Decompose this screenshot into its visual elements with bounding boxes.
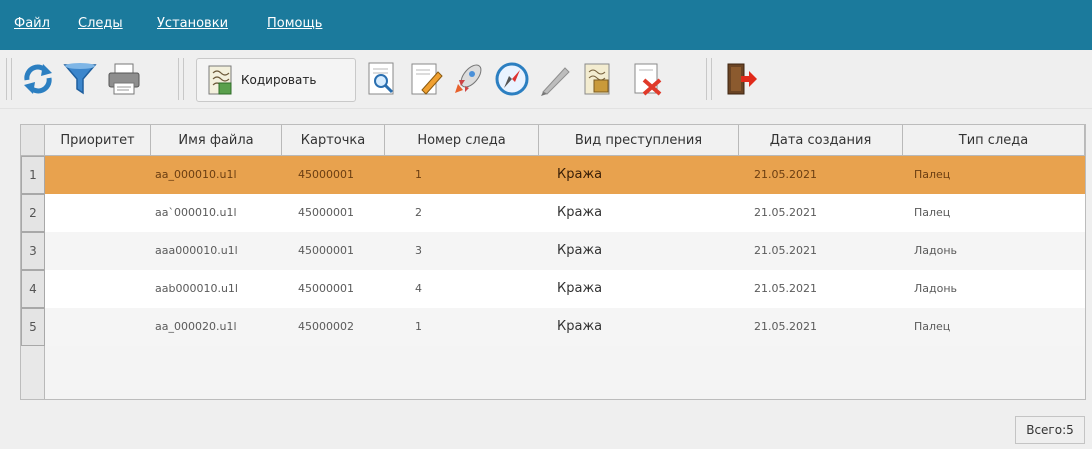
cell-filename: aa`000010.u1l [155, 206, 237, 219]
column-header-trace-type[interactable]: Тип следа [903, 125, 1085, 156]
cell-card: 45000001 [298, 168, 354, 181]
cell-card: 45000002 [298, 320, 354, 333]
column-header-created-date[interactable]: Дата создания [739, 125, 903, 156]
toolbar-separator [6, 58, 12, 100]
column-header-card[interactable]: Карточка [282, 125, 385, 156]
compass-button[interactable] [490, 56, 534, 102]
cell-filename: aab000010.u1l [155, 282, 238, 295]
cell-card: 45000001 [298, 244, 354, 257]
menu-settings[interactable]: Установки [157, 14, 228, 34]
cell-filename: aaa000010.u1l [155, 244, 238, 257]
edit-doc-icon [411, 63, 443, 95]
row-number[interactable]: 2 [21, 194, 45, 232]
exit-icon [727, 63, 757, 95]
cell-trace-type: Палец [914, 320, 951, 333]
launch-button[interactable] [446, 56, 490, 102]
cell-crime-type: Кража [557, 205, 603, 220]
encode-icon [208, 65, 232, 95]
cell-crime-type: Кража [557, 243, 603, 258]
cell-created-date: 21.05.2021 [754, 244, 817, 257]
cell-trace-type: Палец [914, 168, 951, 181]
cell-filename: aa_000020.u1l [155, 320, 237, 333]
table-corner [21, 125, 45, 156]
launch-icon [455, 64, 482, 93]
filter-icon [63, 63, 97, 95]
encode-button[interactable]: Кодировать [196, 58, 356, 102]
menu-traces[interactable]: Следы [78, 14, 123, 34]
cell-priority [51, 308, 147, 346]
menu-help[interactable]: Помощь [267, 14, 322, 34]
cell-priority [51, 156, 147, 194]
refresh-button[interactable] [16, 56, 60, 102]
compass-icon [495, 62, 529, 96]
image-edit-icon [584, 63, 610, 95]
toolbar: Кодировать [0, 50, 1092, 109]
row-number[interactable]: 5 [21, 308, 45, 346]
edit-doc-button[interactable] [404, 56, 448, 102]
cell-crime-type: Кража [557, 281, 603, 296]
row-number[interactable]: 1 [21, 156, 45, 194]
print-button[interactable] [102, 56, 146, 102]
refresh-icon [24, 64, 52, 94]
cell-trace-type: Палец [914, 206, 951, 219]
cell-filename: aa_000010.u1l [155, 168, 237, 181]
column-header-crime-type[interactable]: Вид преступления [539, 125, 739, 156]
toolbar-separator [178, 58, 184, 100]
cell-card: 45000001 [298, 206, 354, 219]
toolbar-separator [706, 58, 712, 100]
cell-priority [51, 194, 147, 232]
column-header-filename[interactable]: Имя файла [151, 125, 282, 156]
table-row[interactable]: 4 aab000010.u1l 45000001 4 Кража 21.05.2… [21, 270, 1085, 308]
total-count-label: Всего:5 [1015, 416, 1085, 444]
delete-doc-button[interactable] [626, 56, 670, 102]
cell-created-date: 21.05.2021 [754, 320, 817, 333]
row-number[interactable]: 4 [21, 270, 45, 308]
table-row[interactable]: 3 aaa000010.u1l 45000001 3 Кража 21.05.2… [21, 232, 1085, 270]
pen-tool-icon [541, 67, 570, 96]
cell-created-date: 21.05.2021 [754, 282, 817, 295]
search-doc-button[interactable] [360, 56, 404, 102]
menu-file[interactable]: Файл [14, 14, 50, 34]
cell-trace-number: 1 [415, 320, 422, 333]
cell-trace-number: 1 [415, 168, 422, 181]
search-doc-icon [368, 62, 394, 95]
cell-created-date: 21.05.2021 [754, 206, 817, 219]
cell-crime-type: Кража [557, 167, 603, 182]
column-header-trace-number[interactable]: Номер следа [385, 125, 539, 156]
exit-button[interactable] [718, 56, 762, 102]
table-row[interactable]: 1 aa_000010.u1l 45000001 1 Кража 21.05.2… [21, 156, 1085, 194]
table-row[interactable]: 2 aa`000010.u1l 45000001 2 Кража 21.05.2… [21, 194, 1085, 232]
cell-crime-type: Кража [557, 319, 603, 334]
column-header-priority[interactable]: Приоритет [45, 125, 151, 156]
table-row[interactable]: 5 aa_000020.u1l 45000002 1 Кража 21.05.2… [21, 308, 1085, 346]
menu-bar: Файл Следы Установки Помощь [0, 0, 1092, 50]
cell-trace-number: 2 [415, 206, 422, 219]
print-icon [108, 63, 140, 95]
row-header-filler [21, 346, 45, 399]
encode-button-label: Кодировать [241, 73, 317, 87]
delete-doc-icon [634, 63, 662, 96]
cell-trace-type: Ладонь [914, 282, 958, 295]
pen-tool-button[interactable] [534, 56, 578, 102]
traces-table: Приоритет Имя файла Карточка Номер следа… [20, 124, 1086, 400]
row-number[interactable]: 3 [21, 232, 45, 270]
cell-created-date: 21.05.2021 [754, 168, 817, 181]
cell-card: 45000001 [298, 282, 354, 295]
cell-priority [51, 232, 147, 270]
cell-trace-number: 3 [415, 244, 422, 257]
cell-trace-number: 4 [415, 282, 422, 295]
image-edit-button[interactable] [576, 56, 620, 102]
filter-button[interactable] [58, 56, 102, 102]
cell-priority [51, 270, 147, 308]
cell-trace-type: Ладонь [914, 244, 958, 257]
